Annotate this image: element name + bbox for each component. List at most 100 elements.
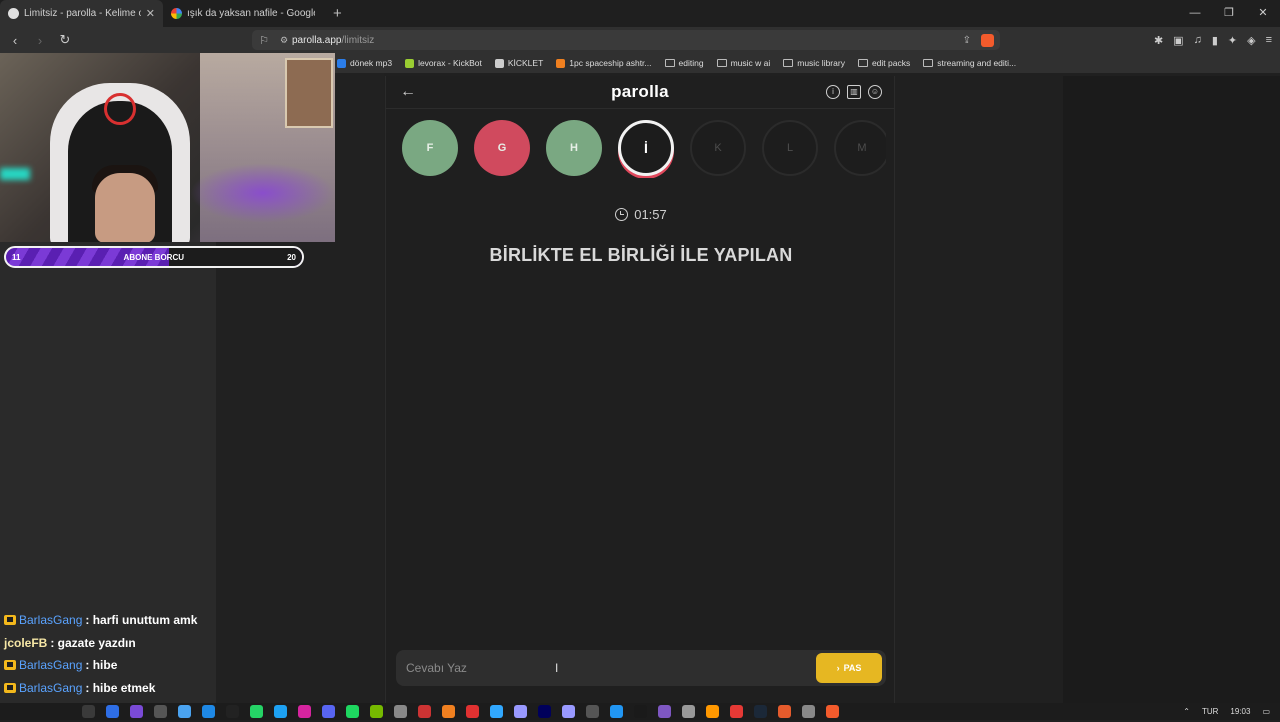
taskbar-app-icon[interactable] (82, 705, 95, 718)
input-language[interactable]: TUR (1202, 707, 1218, 716)
taskbar-app-icon[interactable] (754, 705, 767, 718)
taskbar-app-icon[interactable] (682, 705, 695, 718)
folder-icon (716, 59, 727, 67)
streamer-face (95, 173, 155, 242)
bookmark-icon[interactable]: ⚐ (252, 34, 276, 47)
taskbar-app-icon[interactable] (130, 705, 143, 718)
taskbar-app-icon[interactable] (202, 705, 215, 718)
info-icon[interactable]: i (826, 85, 840, 99)
tab-title: ışık da yaksan nafile - Google'da Ara (187, 8, 315, 19)
chat-username[interactable]: BarlasGang (19, 613, 82, 627)
taskbar-app-icon[interactable] (658, 705, 671, 718)
sidebar-icon[interactable]: ▮ (1212, 34, 1218, 47)
taskbar-app-icon[interactable] (466, 705, 479, 718)
taskbar-app-icon[interactable] (418, 705, 431, 718)
chat-username[interactable]: jcoleFB (4, 636, 47, 650)
tray-chevron-icon[interactable]: ⌃ (1183, 707, 1190, 716)
chat-username[interactable]: BarlasGang (19, 658, 82, 672)
back-arrow-icon[interactable]: ← (400, 83, 416, 101)
taskbar-app-icon[interactable] (730, 705, 743, 718)
wallet-icon[interactable]: ▣ (1173, 34, 1183, 47)
bookmark-label: music w ai (730, 58, 771, 68)
site-info-icon[interactable]: ⚙ (276, 35, 292, 46)
teal-light (0, 168, 30, 180)
taskbar: ⌃ TUR 19:03 ▭ (0, 703, 1280, 720)
clock[interactable]: 19:03 (1230, 707, 1250, 716)
taskbar-app-icon[interactable] (586, 705, 599, 718)
bookmark-item[interactable]: dönek mp3 (337, 58, 392, 68)
letter-circle-pending: L (762, 120, 818, 176)
taskbar-app-icon[interactable] (178, 705, 191, 718)
bookmark-folder[interactable]: streaming and editi... (923, 58, 1016, 68)
letter-circle-wrong: G (474, 120, 530, 176)
taskbar-app-icon[interactable] (394, 705, 407, 718)
folder-icon (664, 59, 675, 67)
new-tab-button[interactable]: + (323, 0, 352, 27)
letter-circle-current: İ (618, 120, 674, 176)
address-bar-actions: ⇪ (963, 33, 1000, 47)
music-icon[interactable]: ♫ (1194, 34, 1202, 46)
minimize-icon[interactable]: — (1178, 0, 1212, 27)
chat-message: BarlasGang: harfi unuttum amk (4, 609, 216, 632)
taskbar-app-icon[interactable] (562, 705, 575, 718)
answer-input[interactable] (396, 650, 816, 686)
bookmark-label: dönek mp3 (350, 58, 393, 68)
header-actions: i ▥ ☺ (826, 85, 882, 99)
bookmark-folder[interactable]: editing (664, 58, 704, 68)
taskbar-app-icon[interactable] (826, 705, 839, 718)
chat-username[interactable]: BarlasGang (19, 681, 82, 695)
bookmark-item[interactable]: 1pc spaceship ashtr... (556, 58, 652, 68)
taskbar-app-icon[interactable] (538, 705, 551, 718)
taskbar-app-icon[interactable] (778, 705, 791, 718)
profile-icon[interactable]: ☺ (868, 85, 882, 99)
taskbar-app-icon[interactable] (226, 705, 239, 718)
address-bar[interactable]: ⚐ ⚙ parolla.app/limitsiz ⇪ (252, 30, 1000, 50)
extensions-icon[interactable]: ✱ (1154, 34, 1163, 47)
share-icon[interactable]: ⇪ (963, 35, 971, 46)
bookmark-item[interactable]: KİCKLET (494, 58, 543, 68)
back-icon[interactable]: ‹ (5, 33, 25, 48)
bookmark-folder[interactable]: edit packs (857, 58, 910, 68)
taskbar-app-icon[interactable] (490, 705, 503, 718)
taskbar-app-icon[interactable] (346, 705, 359, 718)
bookmark-folder[interactable]: music library (783, 58, 845, 68)
app-header: ← parolla i ▥ ☺ (386, 76, 894, 109)
close-tab-icon[interactable]: ✕ (146, 7, 155, 20)
bookmark-item[interactable]: levorax - KickBot (405, 58, 482, 68)
close-window-icon[interactable]: ✕ (1246, 0, 1280, 27)
taskbar-app-icon[interactable] (298, 705, 311, 718)
taskbar-app-icon[interactable] (514, 705, 527, 718)
notifications-icon[interactable]: ▭ (1262, 707, 1270, 716)
parolla-favicon-icon (8, 8, 19, 19)
extensions-area: ✱ ▣ ♫ ▮ ✦ ◈ ≡ (1154, 27, 1272, 53)
taskbar-app-icon[interactable] (442, 705, 455, 718)
stats-icon[interactable]: ▥ (847, 85, 861, 99)
vpn-icon[interactable]: ◈ (1247, 34, 1255, 47)
bookmark-folder[interactable]: music w ai (716, 58, 771, 68)
url-path: /limitsiz (341, 34, 375, 46)
restore-icon[interactable]: ❐ (1212, 0, 1246, 27)
ai-icon[interactable]: ✦ (1228, 34, 1237, 47)
taskbar-app-icon[interactable] (322, 705, 335, 718)
taskbar-app-icon[interactable] (610, 705, 623, 718)
brave-shields-icon[interactable] (981, 33, 994, 47)
taskbar-app-icon[interactable] (634, 705, 647, 718)
reload-icon[interactable]: ↻ (55, 32, 75, 48)
subscriber-goal-bar: 11 ABONE BORCU 20 (4, 246, 304, 268)
taskbar-app-icon[interactable] (802, 705, 815, 718)
tab-bar: Limitsiz - parolla - Kelime oyu ✕ ışık d… (0, 0, 1280, 27)
taskbar-app-icon[interactable] (106, 705, 119, 718)
taskbar-app-icon[interactable] (706, 705, 719, 718)
taskbar-app-icon[interactable] (154, 705, 167, 718)
taskbar-app-icon[interactable] (274, 705, 287, 718)
chevron-right-icon: › (836, 663, 840, 673)
pass-button[interactable]: › PAS (816, 653, 882, 683)
tab-google[interactable]: ışık da yaksan nafile - Google'da Ara (163, 0, 323, 27)
menu-icon[interactable]: ≡ (1266, 34, 1272, 46)
forward-icon[interactable]: › (30, 33, 50, 48)
timer: 01:57 (386, 207, 896, 222)
taskbar-app-icon[interactable] (250, 705, 263, 718)
webcam-feed (0, 53, 335, 242)
taskbar-app-icon[interactable] (370, 705, 383, 718)
tab-parolla[interactable]: Limitsiz - parolla - Kelime oyu ✕ (0, 0, 163, 27)
